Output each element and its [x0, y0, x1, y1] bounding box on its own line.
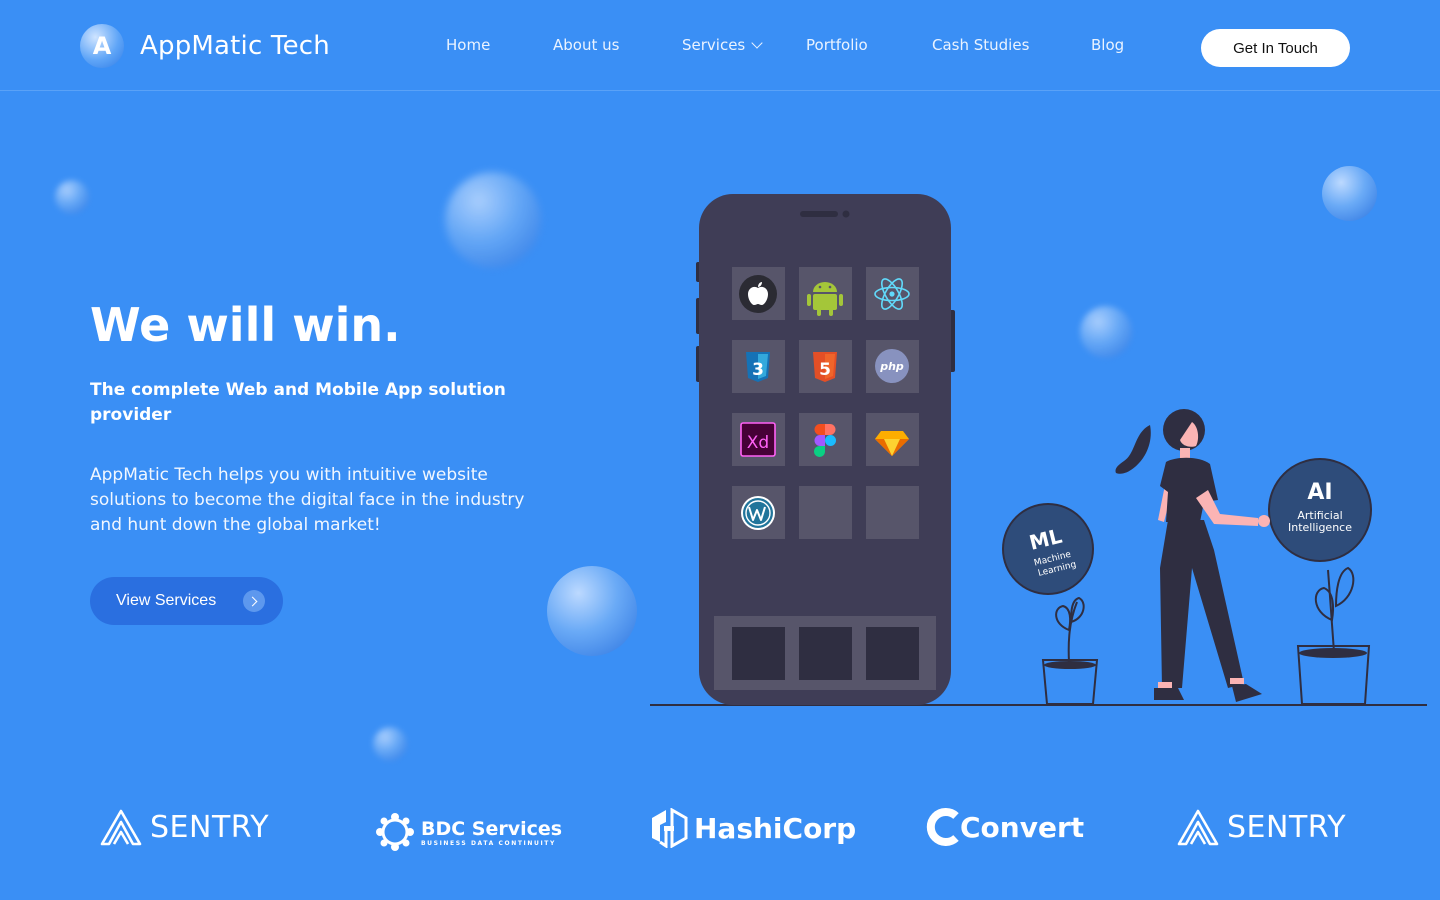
nav-item-services[interactable]: Services: [682, 36, 763, 54]
nav-item-home[interactable]: Home: [446, 36, 490, 54]
view-services-label: View Services: [116, 592, 217, 609]
nav-item-blog[interactable]: Blog: [1091, 36, 1124, 54]
top-navbar: A AppMatic Tech Home About us Services P…: [0, 0, 1440, 91]
decorative-bubble: [373, 727, 407, 761]
css3-icon: 3: [746, 352, 770, 382]
nav-item-cash-studies[interactable]: Cash Studies: [932, 36, 1029, 54]
adobe-xd-icon: Xd: [740, 422, 776, 457]
ml-badge: ML Machine Learning: [1002, 503, 1094, 595]
svg-text:Intelligence: Intelligence: [1288, 521, 1352, 534]
partner-sentry[interactable]: SENTRY: [100, 808, 269, 846]
hashicorp-logo-icon: [652, 808, 688, 848]
partner-bdc-services[interactable]: BDC Services BUSINESS DATA CONTINUITY: [375, 812, 562, 852]
svg-text:php: php: [879, 360, 904, 373]
plant-right: [1296, 566, 1371, 705]
html5-icon: 5: [813, 352, 837, 382]
partner-convert-name: Convert: [960, 810, 1085, 844]
get-in-touch-button[interactable]: Get In Touch: [1201, 29, 1350, 67]
brand-name: AppMatic Tech: [140, 31, 330, 61]
partner-hashicorp-name: HashiCorp: [694, 811, 857, 845]
ai-badge: AI Artificial Intelligence: [1268, 458, 1372, 562]
partner-bdc-name: BDC Services: [421, 817, 563, 840]
woman-illustration: [1115, 409, 1270, 702]
sentry-logo-icon: [1177, 809, 1219, 846]
sentry-logo-icon: [100, 809, 142, 846]
nav-item-services-label: Services: [682, 36, 746, 54]
partner-logos: SENTRY BDC Services BUSINESS DATA CONTIN…: [0, 800, 1440, 870]
hero-subtitle: The complete Web and Mobile App solution…: [90, 380, 506, 425]
decorative-bubble: [445, 172, 541, 268]
nav-item-about[interactable]: About us: [553, 36, 619, 54]
apple-icon: [739, 275, 777, 313]
partner-convert[interactable]: Convert: [926, 808, 1084, 846]
chevron-right-icon: [243, 590, 265, 612]
decorative-bubble: [55, 180, 89, 214]
brand-logo[interactable]: A AppMatic Tech: [80, 24, 330, 68]
svg-text:Xd: Xd: [747, 433, 769, 453]
convert-logo-icon: [926, 808, 959, 846]
view-services-button[interactable]: View Services: [90, 577, 283, 625]
partner-hashicorp[interactable]: HashiCorp: [650, 808, 856, 848]
nav-item-portfolio[interactable]: Portfolio: [806, 36, 868, 54]
bdc-logo-icon: [376, 813, 414, 851]
partner-sentry-name: SENTRY: [150, 809, 270, 845]
decorative-bubble: [547, 566, 637, 656]
hero-illustration: 3 5 php Xd ML Machine Learning AI Artifi…: [650, 194, 1427, 706]
svg-text:3: 3: [752, 360, 764, 380]
svg-text:AI: AI: [1307, 480, 1332, 505]
logo-mark-icon: A: [80, 24, 124, 68]
hero-title: We will win.: [90, 298, 401, 352]
partner-sentry-2[interactable]: SENTRY: [1177, 808, 1346, 846]
php-icon: php: [875, 349, 909, 383]
hero-description: AppMatic Tech helps you with intuitive w…: [90, 465, 525, 535]
chevron-down-icon: [751, 37, 763, 49]
wordpress-icon: [741, 496, 775, 530]
partner-bdc-tagline: BUSINESS DATA CONTINUITY: [421, 839, 556, 847]
svg-text:5: 5: [819, 360, 831, 380]
plant-left: [1041, 596, 1099, 705]
partner-sentry-2-name: SENTRY: [1227, 809, 1347, 845]
